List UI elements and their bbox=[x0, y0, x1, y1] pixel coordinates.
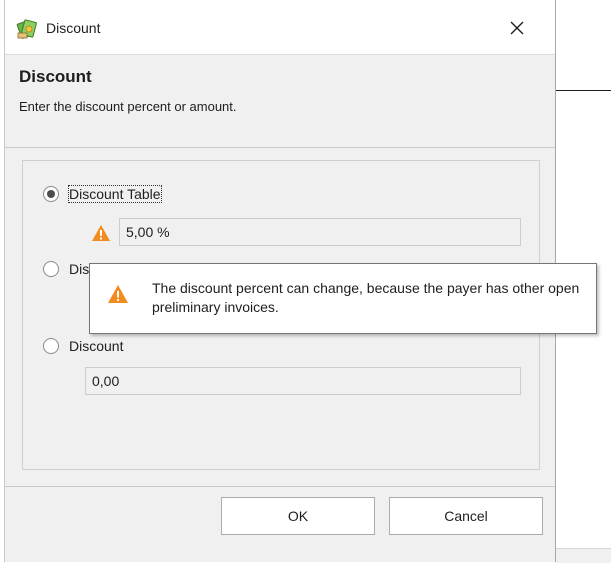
warning-tooltip: The discount percent can change, because… bbox=[89, 263, 597, 334]
ok-button[interactable]: OK bbox=[221, 497, 375, 535]
money-icon bbox=[16, 19, 37, 39]
discount-amount-label[interactable]: Discount bbox=[69, 338, 123, 354]
discount-table-label[interactable]: Discount Table bbox=[68, 185, 162, 203]
close-icon bbox=[510, 21, 524, 35]
discount-table-radio[interactable] bbox=[43, 186, 59, 202]
cancel-button[interactable]: Cancel bbox=[389, 497, 543, 535]
title-bar: Discount bbox=[5, 0, 555, 54]
close-button[interactable] bbox=[497, 10, 537, 46]
window-title: Discount bbox=[46, 20, 101, 36]
discount-percent-radio[interactable] bbox=[43, 261, 59, 277]
tooltip-text: The discount percent can change, because… bbox=[152, 280, 580, 315]
discount-amount-radio[interactable] bbox=[43, 338, 59, 354]
discount-table-value: 5,00 % bbox=[119, 218, 521, 246]
warning-icon bbox=[92, 225, 110, 241]
warning-icon bbox=[108, 285, 128, 303]
background-app-footer bbox=[555, 548, 611, 563]
discount-percent-label[interactable]: Dis bbox=[69, 261, 89, 277]
header-title: Discount bbox=[19, 67, 92, 86]
footer-separator bbox=[5, 486, 555, 487]
background-app-line bbox=[555, 90, 611, 91]
discount-amount-input[interactable]: 0,00 bbox=[85, 367, 521, 395]
header-subtitle: Enter the discount percent or amount. bbox=[19, 99, 237, 114]
dialog-header: Discount Enter the discount percent or a… bbox=[5, 54, 555, 148]
